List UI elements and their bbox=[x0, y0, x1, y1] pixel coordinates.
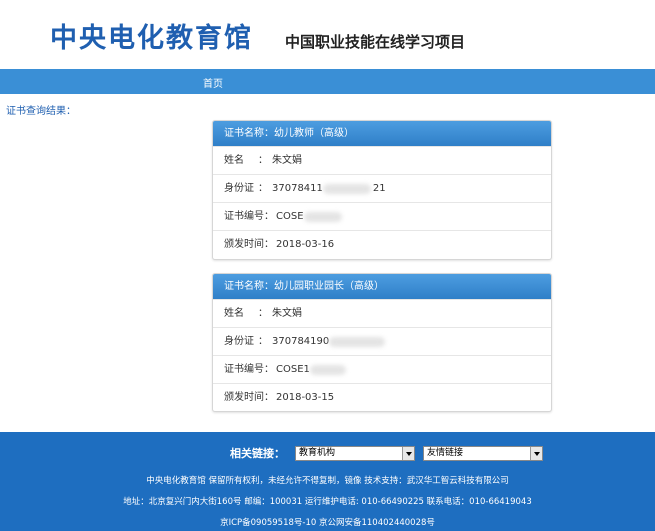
friendly-links-select[interactable]: 友情链接 bbox=[423, 445, 543, 461]
id-row: 身份证 ： 370784190 bbox=[213, 327, 551, 355]
site-logo-title[interactable]: 中央电化教育馆 bbox=[50, 16, 253, 55]
id-value-suffix: 21 bbox=[372, 182, 386, 194]
issue-date-row: 颁发时间： 2018-03-16 bbox=[213, 230, 551, 258]
certificate-card: 证书名称：幼儿园职业园长（高级） 姓名 ： 朱文娟 身份证 ： 37078419… bbox=[212, 273, 552, 412]
id-value-prefix: 370784190 bbox=[272, 335, 330, 347]
institution-select[interactable]: 教育机构 bbox=[295, 445, 415, 461]
result-heading: 证书查询结果： bbox=[6, 106, 76, 117]
copyright-text: 中央电化教育馆 保留所有权利，未经允许不得复制，镜像 技术支持：武汉华工智云科技… bbox=[146, 476, 509, 486]
certificate-title: 证书名称：幼儿园职业园长（高级） bbox=[213, 274, 551, 299]
cert-number-prefix: COSE1 bbox=[276, 363, 310, 375]
certificate-title: 证书名称：幼儿教师（高级） bbox=[213, 121, 551, 146]
redaction-blur bbox=[322, 183, 371, 194]
name-row: 姓名 ： 朱文娟 bbox=[213, 299, 551, 327]
cert-number-prefix: COSE bbox=[276, 210, 304, 222]
site-subtitle: 中国职业技能在线学习项目 bbox=[285, 33, 466, 51]
id-value-prefix: 37078411 bbox=[272, 182, 323, 194]
issue-date-label: 颁发时间： bbox=[224, 238, 274, 250]
header: 中央电化教育馆 中国职业技能在线学习项目 bbox=[0, 0, 655, 68]
cert-number-row: 证书编号： COSE1 bbox=[213, 355, 551, 383]
issue-date-row: 颁发时间： 2018-03-15 bbox=[213, 383, 551, 411]
friendly-links-select-value: 友情链接 bbox=[427, 447, 464, 458]
id-label: 身份证 bbox=[224, 335, 254, 347]
nav-bar: 首页 bbox=[0, 69, 655, 94]
cert-number-label: 证书编号： bbox=[224, 363, 274, 375]
related-links-label: 相关链接： bbox=[230, 447, 285, 460]
name-separator: ： bbox=[258, 154, 268, 166]
contact-text: 地址：北京复兴门内大街160号 邮编：100031 运行维护电话: 010-66… bbox=[123, 497, 532, 507]
name-label: 姓名 bbox=[224, 307, 244, 319]
issue-date-label: 颁发时间： bbox=[224, 391, 274, 403]
name-value: 朱文娟 bbox=[272, 307, 302, 319]
chevron-down-icon[interactable] bbox=[402, 446, 414, 460]
issue-date-value: 2018-03-16 bbox=[276, 238, 335, 250]
issue-date-value: 2018-03-15 bbox=[276, 391, 335, 403]
redaction-blur bbox=[309, 364, 346, 375]
name-label: 姓名 bbox=[224, 154, 244, 166]
certificate-card: 证书名称：幼儿教师（高级） 姓名 ： 朱文娟 身份证 ： 37078411 21… bbox=[212, 120, 552, 260]
name-value: 朱文娟 bbox=[272, 154, 302, 166]
redaction-blur bbox=[303, 211, 342, 222]
icp-text[interactable]: 京ICP备09059518号-10 京公网安备110402440028号 bbox=[0, 516, 655, 528]
name-row: 姓名 ： 朱文娟 bbox=[213, 146, 551, 174]
id-separator: ： bbox=[258, 182, 268, 194]
chevron-down-icon[interactable] bbox=[530, 446, 542, 460]
nav-item-home[interactable]: 首页 bbox=[203, 75, 223, 90]
cert-number-row: 证书编号： COSE bbox=[213, 202, 551, 230]
institution-select-value: 教育机构 bbox=[299, 447, 336, 458]
redaction-blur bbox=[329, 336, 386, 347]
name-separator: ： bbox=[258, 307, 268, 319]
id-label: 身份证 bbox=[224, 182, 254, 194]
id-row: 身份证 ： 37078411 21 bbox=[213, 174, 551, 202]
cert-number-label: 证书编号： bbox=[224, 210, 274, 222]
related-links: 相关链接： 教育机构 友情链接 bbox=[230, 445, 551, 461]
id-separator: ： bbox=[258, 335, 268, 347]
footer: 相关链接： 教育机构 友情链接 中央电化教育馆 保留所有权利，未经允许不得复制，… bbox=[0, 432, 655, 531]
